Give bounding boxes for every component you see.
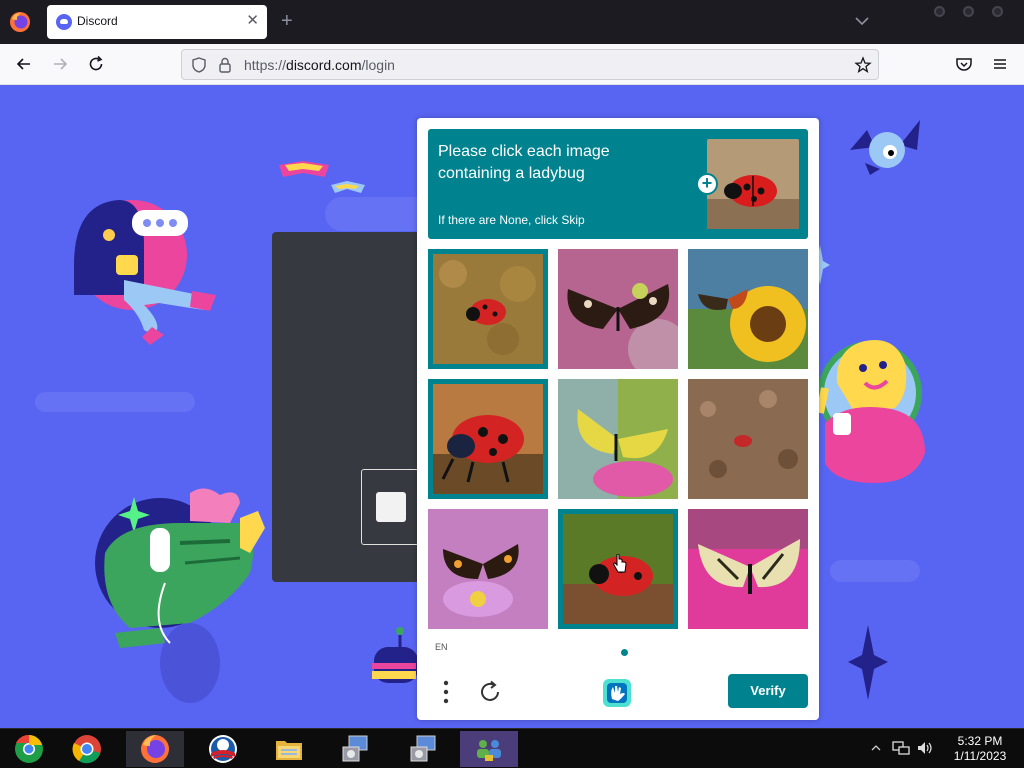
close-window-button[interactable]: [992, 6, 1003, 17]
hamburger-menu-icon[interactable]: [990, 54, 1010, 74]
installer-icon: [342, 735, 368, 762]
url-path: /login: [361, 57, 395, 73]
character-illustration: [74, 200, 216, 345]
image-tile-9-butterfly[interactable]: [688, 509, 808, 629]
shield-icon[interactable]: [190, 56, 208, 74]
language-selector[interactable]: EN: [435, 642, 448, 652]
close-tab-icon[interactable]: ✕: [246, 12, 259, 30]
bookmark-star-icon[interactable]: [854, 56, 872, 74]
prompt-skip-hint: If there are None, click Skip: [438, 213, 585, 227]
browser-tab-bar: Discord ✕ +: [0, 0, 1024, 44]
firefox-icon[interactable]: [9, 11, 31, 33]
hcaptcha-challenge: Please click each image containing a lad…: [417, 118, 819, 720]
tab-title: Discord: [77, 14, 118, 28]
url-text[interactable]: https://discord.com/login: [244, 57, 395, 73]
clock-time: 5:32 PM: [957, 734, 1003, 748]
refresh-challenge-icon[interactable]: [477, 679, 503, 705]
cloud-decoration: [35, 392, 195, 412]
url-domain: discord.com: [286, 57, 362, 73]
qr-code-box: [361, 469, 419, 545]
expand-example-plus-icon[interactable]: +: [696, 173, 718, 195]
forward-arrow-icon[interactable]: [50, 54, 70, 74]
verify-button[interactable]: Verify: [728, 674, 808, 708]
windows-taskbar: 5:32 PM 1/11/2023: [0, 728, 1024, 768]
maximize-button[interactable]: [963, 6, 974, 17]
pocket-icon[interactable]: [954, 54, 974, 74]
volume-icon[interactable]: [916, 740, 934, 756]
taskbar-file-explorer[interactable]: [260, 731, 318, 767]
challenge-prompt: Please click each image containing a lad…: [428, 129, 808, 239]
taskbar-installer-1[interactable]: [326, 731, 384, 767]
reload-icon[interactable]: [86, 54, 106, 74]
address-bar[interactable]: https://discord.com/login: [181, 49, 879, 80]
taskbar-firefox[interactable]: [126, 731, 184, 767]
discord-login-page: Please click each image containing a lad…: [0, 85, 1024, 728]
chevron-down-icon[interactable]: [853, 12, 871, 30]
hcaptcha-logo-icon[interactable]: [601, 677, 633, 709]
image-tile-1-ladybug-selected[interactable]: [428, 249, 548, 369]
lock-icon[interactable]: [217, 56, 233, 74]
image-tile-4-ladybug-selected[interactable]: [428, 379, 548, 499]
flying-books-illustration: [279, 161, 365, 193]
image-tile-5-butterfly[interactable]: [558, 379, 678, 499]
green-monster-illustration: [95, 488, 265, 703]
image-tile-7-butterfly[interactable]: [428, 509, 548, 629]
prompt-text: Please click each image containing a lad…: [438, 141, 688, 185]
taskbar-obama-logo[interactable]: [194, 731, 252, 767]
new-tab-button[interactable]: +: [281, 10, 293, 32]
show-hidden-icons-icon[interactable]: [870, 742, 882, 754]
hand-cursor-icon: [613, 554, 627, 573]
example-image[interactable]: [707, 139, 799, 229]
tab-discord[interactable]: Discord ✕: [47, 5, 267, 39]
url-scheme: https://: [244, 57, 287, 73]
taskbar-chrome[interactable]: [58, 731, 116, 767]
installer-icon: [410, 735, 436, 762]
yellow-character-illustration: [816, 339, 925, 483]
obama-logo-icon: [209, 735, 237, 763]
prompt-line-2: containing a ladybug: [438, 165, 585, 182]
robot-illustration: [372, 627, 418, 683]
cloud-decoration: [830, 560, 920, 582]
taskbar-installer-2[interactable]: [394, 731, 452, 767]
chrome-icon: [15, 734, 43, 763]
pagination-dot: [621, 649, 628, 656]
network-icon[interactable]: [892, 740, 910, 756]
network-people-icon: [477, 740, 501, 761]
back-arrow-icon[interactable]: [14, 54, 34, 74]
taskbar-network-people[interactable]: [460, 731, 518, 767]
image-tile-6-ladybug-on-soil[interactable]: [688, 379, 808, 499]
navigation-toolbar: https://discord.com/login: [0, 44, 1024, 85]
system-clock[interactable]: 5:32 PM 1/11/2023: [940, 734, 1020, 764]
start-button[interactable]: [0, 731, 58, 767]
prompt-line-1: Please click each image: [438, 143, 610, 160]
sparkle-icon: [848, 625, 888, 700]
image-tile-3-butterfly-on-sunflower[interactable]: [688, 249, 808, 369]
clock-date: 1/11/2023: [953, 749, 1007, 763]
menu-vertical-dots-icon[interactable]: [441, 679, 451, 705]
bat-creature-illustration: [850, 120, 920, 175]
image-tile-2-butterfly[interactable]: [558, 249, 678, 369]
discord-favicon-icon: [56, 14, 72, 30]
minimize-button[interactable]: [934, 6, 945, 17]
file-explorer-icon: [276, 741, 302, 760]
chrome-icon: [72, 735, 101, 764]
firefox-icon: [141, 735, 169, 763]
